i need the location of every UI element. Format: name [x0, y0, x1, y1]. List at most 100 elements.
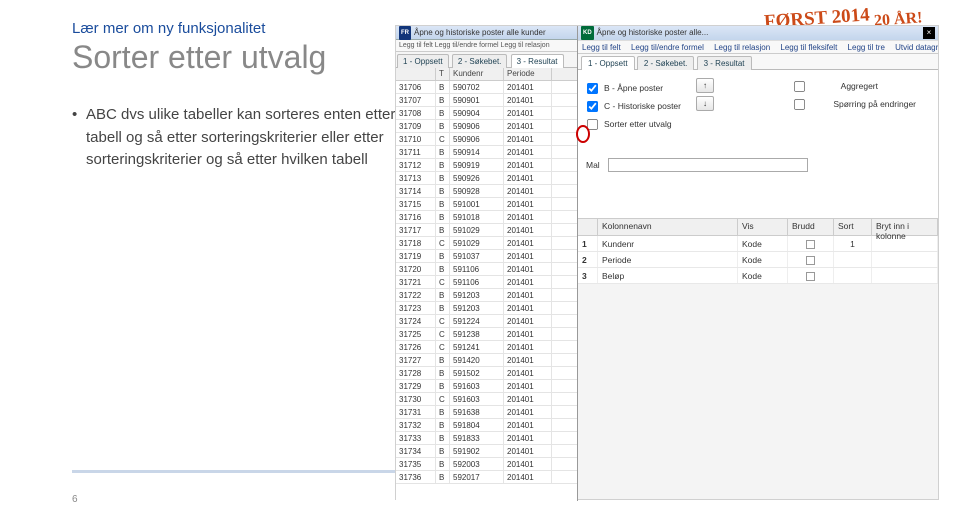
table-cell: 591018: [450, 211, 504, 223]
check-sorter[interactable]: [587, 118, 598, 129]
table-cell: B: [436, 419, 450, 431]
table-cell: 201401: [504, 198, 552, 210]
table-row[interactable]: 31712B590919201401: [396, 159, 577, 172]
move-up-button[interactable]: ↑: [696, 78, 714, 93]
table-cell: B: [436, 354, 450, 366]
check-sorter-label: Sorter etter utvalg: [604, 119, 672, 129]
table-cell: 201401: [504, 250, 552, 262]
table-row[interactable]: 31714B590928201401: [396, 185, 577, 198]
tab-resultat[interactable]: 3 - Resultat: [511, 54, 564, 68]
table-row[interactable]: 31734B591902201401: [396, 445, 577, 458]
table-row[interactable]: 31721C591106201401: [396, 276, 577, 289]
tab2-sokebet[interactable]: 2 - Søkebet.: [637, 56, 695, 71]
tab-sokebet[interactable]: 2 - Søkebet.: [452, 54, 508, 68]
table-row[interactable]: 31716B591018201401: [396, 211, 577, 224]
table-row[interactable]: 31717B591029201401: [396, 224, 577, 237]
table-cell: 201401: [504, 328, 552, 340]
columns-body[interactable]: 1KundenrKode12PeriodeKode3BeløpKode: [578, 236, 938, 284]
table-cell: 31713: [396, 172, 436, 184]
grid-body[interactable]: 31706B59070220140131707B5909012014013170…: [396, 81, 577, 484]
table-cell: 201401: [504, 341, 552, 353]
table-cell: 591224: [450, 315, 504, 327]
table-row[interactable]: 31730C591603201401: [396, 393, 577, 406]
table-cell: B: [436, 107, 450, 119]
table-cell: 31722: [396, 289, 436, 301]
close-icon[interactable]: ×: [923, 27, 935, 39]
check-aggregert[interactable]: [794, 81, 805, 92]
table-row[interactable]: 31731B591638201401: [396, 406, 577, 419]
mal-row: Mal: [586, 158, 808, 172]
check-apne[interactable]: [587, 82, 598, 93]
table-row[interactable]: 31718C591029201401: [396, 237, 577, 250]
table-cell: B: [436, 94, 450, 106]
columns-row[interactable]: 3BeløpKode: [578, 268, 938, 284]
table-cell: 590914: [450, 146, 504, 158]
tab-oppsett[interactable]: 1 - Oppsett: [397, 54, 449, 68]
table-cell: 31726: [396, 341, 436, 353]
table-row[interactable]: 31713B590926201401: [396, 172, 577, 185]
table-row[interactable]: 31711B590914201401: [396, 146, 577, 159]
table-cell: 201401: [504, 302, 552, 314]
table-cell: B: [436, 263, 450, 275]
table-cell: 590926: [450, 172, 504, 184]
table-cell: C: [436, 328, 450, 340]
table-row[interactable]: 31735B592003201401: [396, 458, 577, 471]
columns-row[interactable]: 1KundenrKode1: [578, 236, 938, 252]
mal-field[interactable]: [608, 158, 808, 172]
table-cell: C: [436, 237, 450, 249]
table-cell: 201401: [504, 419, 552, 431]
table-cell: 591241: [450, 341, 504, 353]
table-row[interactable]: 31732B591804201401: [396, 419, 577, 432]
columns-header: Kolonnenavn Vis Brudd Sort Bryt inn i ko…: [578, 219, 938, 236]
table-row[interactable]: 31709B590906201401: [396, 120, 577, 133]
settings-tabs: 1 - Oppsett 2 - Søkebet. 3 - Resultat: [578, 54, 938, 70]
table-cell: 592017: [450, 471, 504, 483]
table-cell: B: [436, 471, 450, 483]
tab2-resultat[interactable]: 3 - Resultat: [697, 56, 752, 71]
table-cell: 591029: [450, 237, 504, 249]
table-cell: 591902: [450, 445, 504, 457]
table-cell: 31720: [396, 263, 436, 275]
table-row[interactable]: 31726C591241201401: [396, 341, 577, 354]
tool-leggtiltre[interactable]: Legg til tre: [848, 43, 885, 52]
table-row[interactable]: 31715B591001201401: [396, 198, 577, 211]
table-row[interactable]: 31719B591037201401: [396, 250, 577, 263]
tool-leggtilfelt[interactable]: Legg til felt: [582, 43, 621, 52]
table-row[interactable]: 31722B591203201401: [396, 289, 577, 302]
table-row[interactable]: 31707B590901201401: [396, 94, 577, 107]
tab2-oppsett[interactable]: 1 - Oppsett: [581, 56, 635, 71]
table-cell: C: [436, 133, 450, 145]
table-row[interactable]: 31733B591833201401: [396, 432, 577, 445]
table-row[interactable]: 31736B592017201401: [396, 471, 577, 484]
table-row[interactable]: 31706B590702201401: [396, 81, 577, 94]
tool-utvid[interactable]: Utvid datagrunnl: [895, 43, 938, 52]
data-window-toolbar[interactable]: Legg til felt Legg til/endre formel Legg…: [396, 40, 577, 52]
table-row[interactable]: 31710C590906201401: [396, 133, 577, 146]
tool-leggtilformel[interactable]: Legg til/endre formel: [631, 43, 704, 52]
check-sporring[interactable]: [794, 99, 805, 110]
data-window: FR Åpne og historiske poster alle kunder…: [396, 26, 578, 501]
fr-badge-icon: FR: [399, 26, 411, 40]
table-row[interactable]: 31727B591420201401: [396, 354, 577, 367]
table-row[interactable]: 31729B591603201401: [396, 380, 577, 393]
table-cell: 201401: [504, 406, 552, 418]
table-cell: 591502: [450, 367, 504, 379]
grid-head-blank: [396, 68, 436, 80]
table-cell: 31729: [396, 380, 436, 392]
table-row[interactable]: 31724C591224201401: [396, 315, 577, 328]
tool-leggtilrelasjon[interactable]: Legg til relasjon: [714, 43, 770, 52]
grid-head-periode: Periode: [504, 68, 552, 80]
move-down-button[interactable]: ↓: [696, 96, 714, 111]
table-row[interactable]: 31708B590904201401: [396, 107, 577, 120]
table-row[interactable]: 31723B591203201401: [396, 302, 577, 315]
columns-row[interactable]: 2PeriodeKode: [578, 252, 938, 268]
table-cell: C: [436, 341, 450, 353]
table-cell: B: [436, 159, 450, 171]
table-row[interactable]: 31725C591238201401: [396, 328, 577, 341]
grid-head-kundenr: Kundenr: [450, 68, 504, 80]
table-cell: 31718: [396, 237, 436, 249]
check-historiske[interactable]: [587, 100, 598, 111]
table-row[interactable]: 31720B591106201401: [396, 263, 577, 276]
tool-leggtilfleksifelt[interactable]: Legg til fleksifelt: [780, 43, 837, 52]
table-row[interactable]: 31728B591502201401: [396, 367, 577, 380]
